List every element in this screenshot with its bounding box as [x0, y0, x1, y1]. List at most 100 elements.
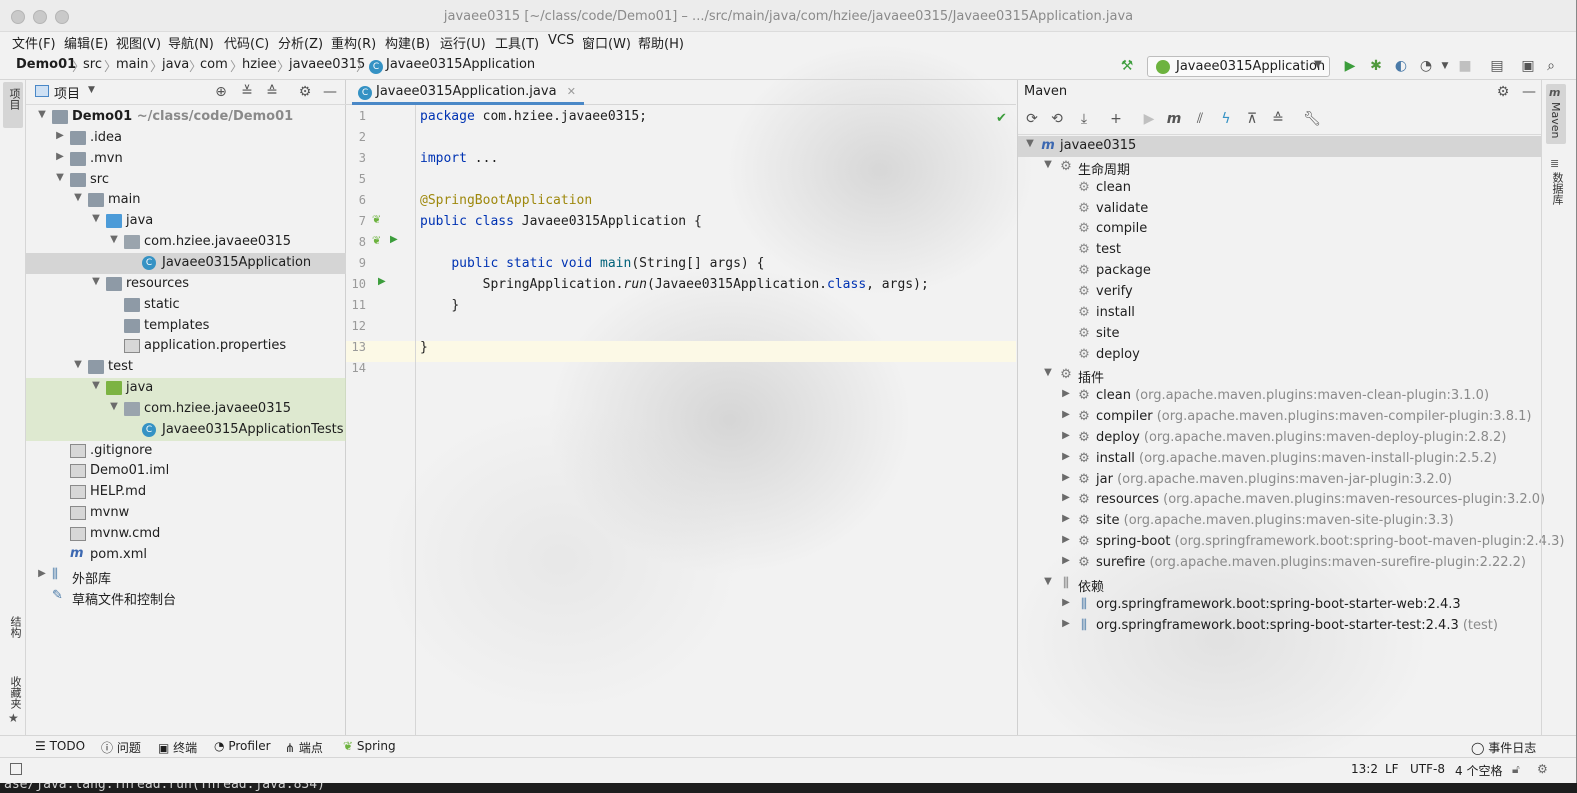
add-icon[interactable]: +	[1107, 110, 1125, 128]
execute-goal-m-icon[interactable]: m	[1165, 110, 1183, 128]
menu-view[interactable]: 视图(V)	[116, 33, 161, 52]
locate-target-icon[interactable]: ⊕	[212, 83, 230, 101]
database-tool-label[interactable]: 数据库	[1549, 172, 1565, 205]
maven-tree-item[interactable]: ⚙ site	[1018, 324, 1542, 345]
maven-tree-item[interactable]: ▶ ⫼ org.springframework.boot:spring-boot-s…	[1018, 616, 1542, 637]
project-tree-item[interactable]: ▼ com.hziee.javaee0315	[26, 232, 346, 253]
generate-sources-icon[interactable]: ⟲	[1048, 110, 1066, 128]
collapse-all-icon[interactable]: ≙	[263, 83, 281, 101]
menu-window[interactable]: 窗口(W)	[582, 33, 631, 52]
maven-tree-item[interactable]: ⚙ package	[1018, 261, 1542, 282]
chevron-down-icon[interactable]: ▼	[1024, 138, 1036, 149]
chevron-right-icon[interactable]: ▶	[1060, 555, 1072, 566]
project-tree-item[interactable]: C Javaee0315Application	[26, 252, 346, 274]
project-tree-item[interactable]: ▼ com.hziee.javaee0315	[26, 398, 346, 420]
maven-tree-item[interactable]: ▼ m javaee0315	[1018, 136, 1542, 157]
gear-icon[interactable]: ⚙	[296, 83, 314, 101]
maven-tree-item[interactable]: ▶ ⚙ install (org.apache.maven.plugins:mave…	[1018, 449, 1542, 470]
chevron-down-icon[interactable]: ▼	[108, 234, 120, 245]
inspection-ok-check-icon[interactable]: ✔	[996, 111, 1007, 126]
project-tree-item[interactable]: ▼ java	[26, 211, 346, 232]
hide-panel-icon[interactable]: —	[321, 83, 339, 101]
maven-tree-item[interactable]: ▼ ⚙ 生命周期	[1018, 157, 1542, 178]
maven-tree-item[interactable]: ⚙ install	[1018, 303, 1542, 324]
indent-setting[interactable]: 4 个空格	[1455, 762, 1502, 779]
caret-position[interactable]: 13:2	[1351, 762, 1378, 776]
project-tool-button[interactable]: 项目	[3, 82, 23, 128]
problems-tool-button[interactable]: ⓘ 问题	[101, 739, 141, 756]
chevron-down-icon[interactable]: ▼	[90, 213, 102, 224]
chevron-right-icon[interactable]: ▶	[1060, 409, 1072, 420]
breadcrumb-main[interactable]: main	[116, 57, 148, 72]
menu-run[interactable]: 运行(U)	[440, 33, 486, 52]
chevron-down-icon[interactable]: ▼	[72, 359, 84, 370]
project-tree-item[interactable]: Demo01.iml	[26, 461, 346, 482]
menu-edit[interactable]: 编辑(E)	[64, 33, 108, 52]
project-tree-item[interactable]: HELP.md	[26, 482, 346, 503]
menu-analyze[interactable]: 分析(Z)	[278, 33, 323, 52]
maven-tree-item[interactable]: ▶ ⚙ site (org.apache.maven.plugins:maven-s…	[1018, 511, 1542, 532]
breadcrumb-com[interactable]: com	[200, 57, 228, 72]
maven-tree-item[interactable]: ▶ ⚙ compiler (org.apache.maven.plugins:mav…	[1018, 407, 1542, 428]
event-log-button[interactable]: ◯ 事件日志	[1471, 739, 1536, 756]
endpoints-tool-button[interactable]: ⋔ 端点	[285, 739, 323, 756]
maven-tree-item[interactable]: ⚙ deploy	[1018, 345, 1542, 366]
chevron-right-icon[interactable]: ▶	[1060, 451, 1072, 462]
maven-tool-button[interactable]: m Maven	[1546, 84, 1566, 144]
maven-tree-item[interactable]: ⚙ verify	[1018, 282, 1542, 303]
stop-icon[interactable]: ■	[1456, 57, 1474, 75]
project-tree-item[interactable]: ▶ ⫼ 外部库	[26, 566, 346, 587]
project-tree-item[interactable]: ▼ Demo01 ~/class/code/Demo01	[26, 107, 346, 128]
todo-tool-button[interactable]: ☰ TODO	[35, 739, 85, 753]
chevron-right-icon[interactable]: ▶	[1060, 430, 1072, 441]
more-run-chevron-icon[interactable]: ▼	[1436, 57, 1454, 75]
terminal-tool-button[interactable]: ▣ 终端	[158, 739, 197, 756]
breadcrumb-java[interactable]: java	[162, 57, 189, 72]
chevron-right-icon[interactable]: ▶	[54, 130, 66, 141]
favorites-tool-label[interactable]: 收藏夹	[7, 676, 23, 709]
project-tree-item[interactable]: mvnw.cmd	[26, 524, 346, 545]
run-maven-icon[interactable]: ▶	[1140, 110, 1158, 128]
hide-panel-icon[interactable]: —	[1520, 83, 1538, 101]
close-tab-icon[interactable]: ✕	[567, 85, 576, 98]
chevron-down-icon[interactable]: ▼	[54, 172, 66, 183]
project-tree-item[interactable]: m pom.xml	[26, 545, 346, 566]
project-tree-item[interactable]: static	[26, 295, 346, 316]
download-icon[interactable]: ⤓	[1075, 110, 1093, 128]
menu-build[interactable]: 构建(B)	[385, 33, 430, 52]
menu-help[interactable]: 帮助(H)	[638, 33, 684, 52]
project-tree-item[interactable]: application.properties	[26, 336, 346, 357]
lock-icon[interactable]: 🔓︎	[1512, 762, 1520, 777]
project-tree-item[interactable]: ▼ resources	[26, 274, 346, 295]
run-gutter-icon[interactable]: ▶	[390, 234, 398, 245]
chevron-down-icon[interactable]: ▼	[90, 276, 102, 287]
build-hammer-icon[interactable]: ⚒	[1118, 57, 1136, 75]
maven-tree-item[interactable]: ⚙ test	[1018, 240, 1542, 261]
project-tree-item[interactable]: ✎ 草稿文件和控制台	[26, 587, 346, 608]
chevron-right-icon[interactable]: ▶	[1060, 534, 1072, 545]
menu-vcs[interactable]: VCS	[548, 33, 574, 48]
spring-tool-button[interactable]: ❦ Spring	[343, 739, 396, 753]
chevron-right-icon[interactable]: ▶	[1060, 618, 1072, 629]
breadcrumb-hziee[interactable]: hziee	[242, 57, 277, 72]
file-encoding[interactable]: UTF-8	[1410, 762, 1445, 776]
maven-tree-item[interactable]: ▶ ⚙ spring-boot (org.springframework.boot:…	[1018, 532, 1564, 553]
maven-tree-item[interactable]: ▶ ⚙ clean (org.apache.maven.plugins:maven-…	[1018, 386, 1542, 407]
project-tree-item[interactable]: C Javaee0315ApplicationTests	[26, 419, 346, 441]
menu-refactor[interactable]: 重构(R)	[331, 33, 376, 52]
toggle-offline-icon[interactable]: ⫽	[1191, 110, 1209, 128]
skip-tests-icon[interactable]: ϟ	[1217, 110, 1235, 128]
chevron-down-icon[interactable]: ▼	[72, 192, 84, 203]
project-tree-item[interactable]: ▼ src	[26, 170, 346, 191]
search-icon[interactable]: ⌕	[1542, 57, 1560, 75]
project-tree-item[interactable]: ▶ .idea	[26, 128, 346, 149]
line-separator[interactable]: LF	[1385, 762, 1399, 776]
tool-windows-toggle-icon[interactable]	[10, 763, 22, 775]
chevron-down-icon[interactable]: ▼	[1042, 159, 1054, 170]
maven-tree-item[interactable]: ⚙ validate	[1018, 199, 1542, 220]
maven-tree-item[interactable]: ▶ ⚙ deploy (org.apache.maven.plugins:maven…	[1018, 428, 1542, 449]
project-tree-item[interactable]: ▼ java	[26, 378, 346, 400]
maven-tree-item[interactable]: ▶ ⚙ surefire (org.apache.maven.plugins:mav…	[1018, 553, 1542, 574]
breadcrumb-class[interactable]: Javaee0315Application	[386, 57, 535, 72]
menu-file[interactable]: 文件(F)	[12, 33, 56, 52]
